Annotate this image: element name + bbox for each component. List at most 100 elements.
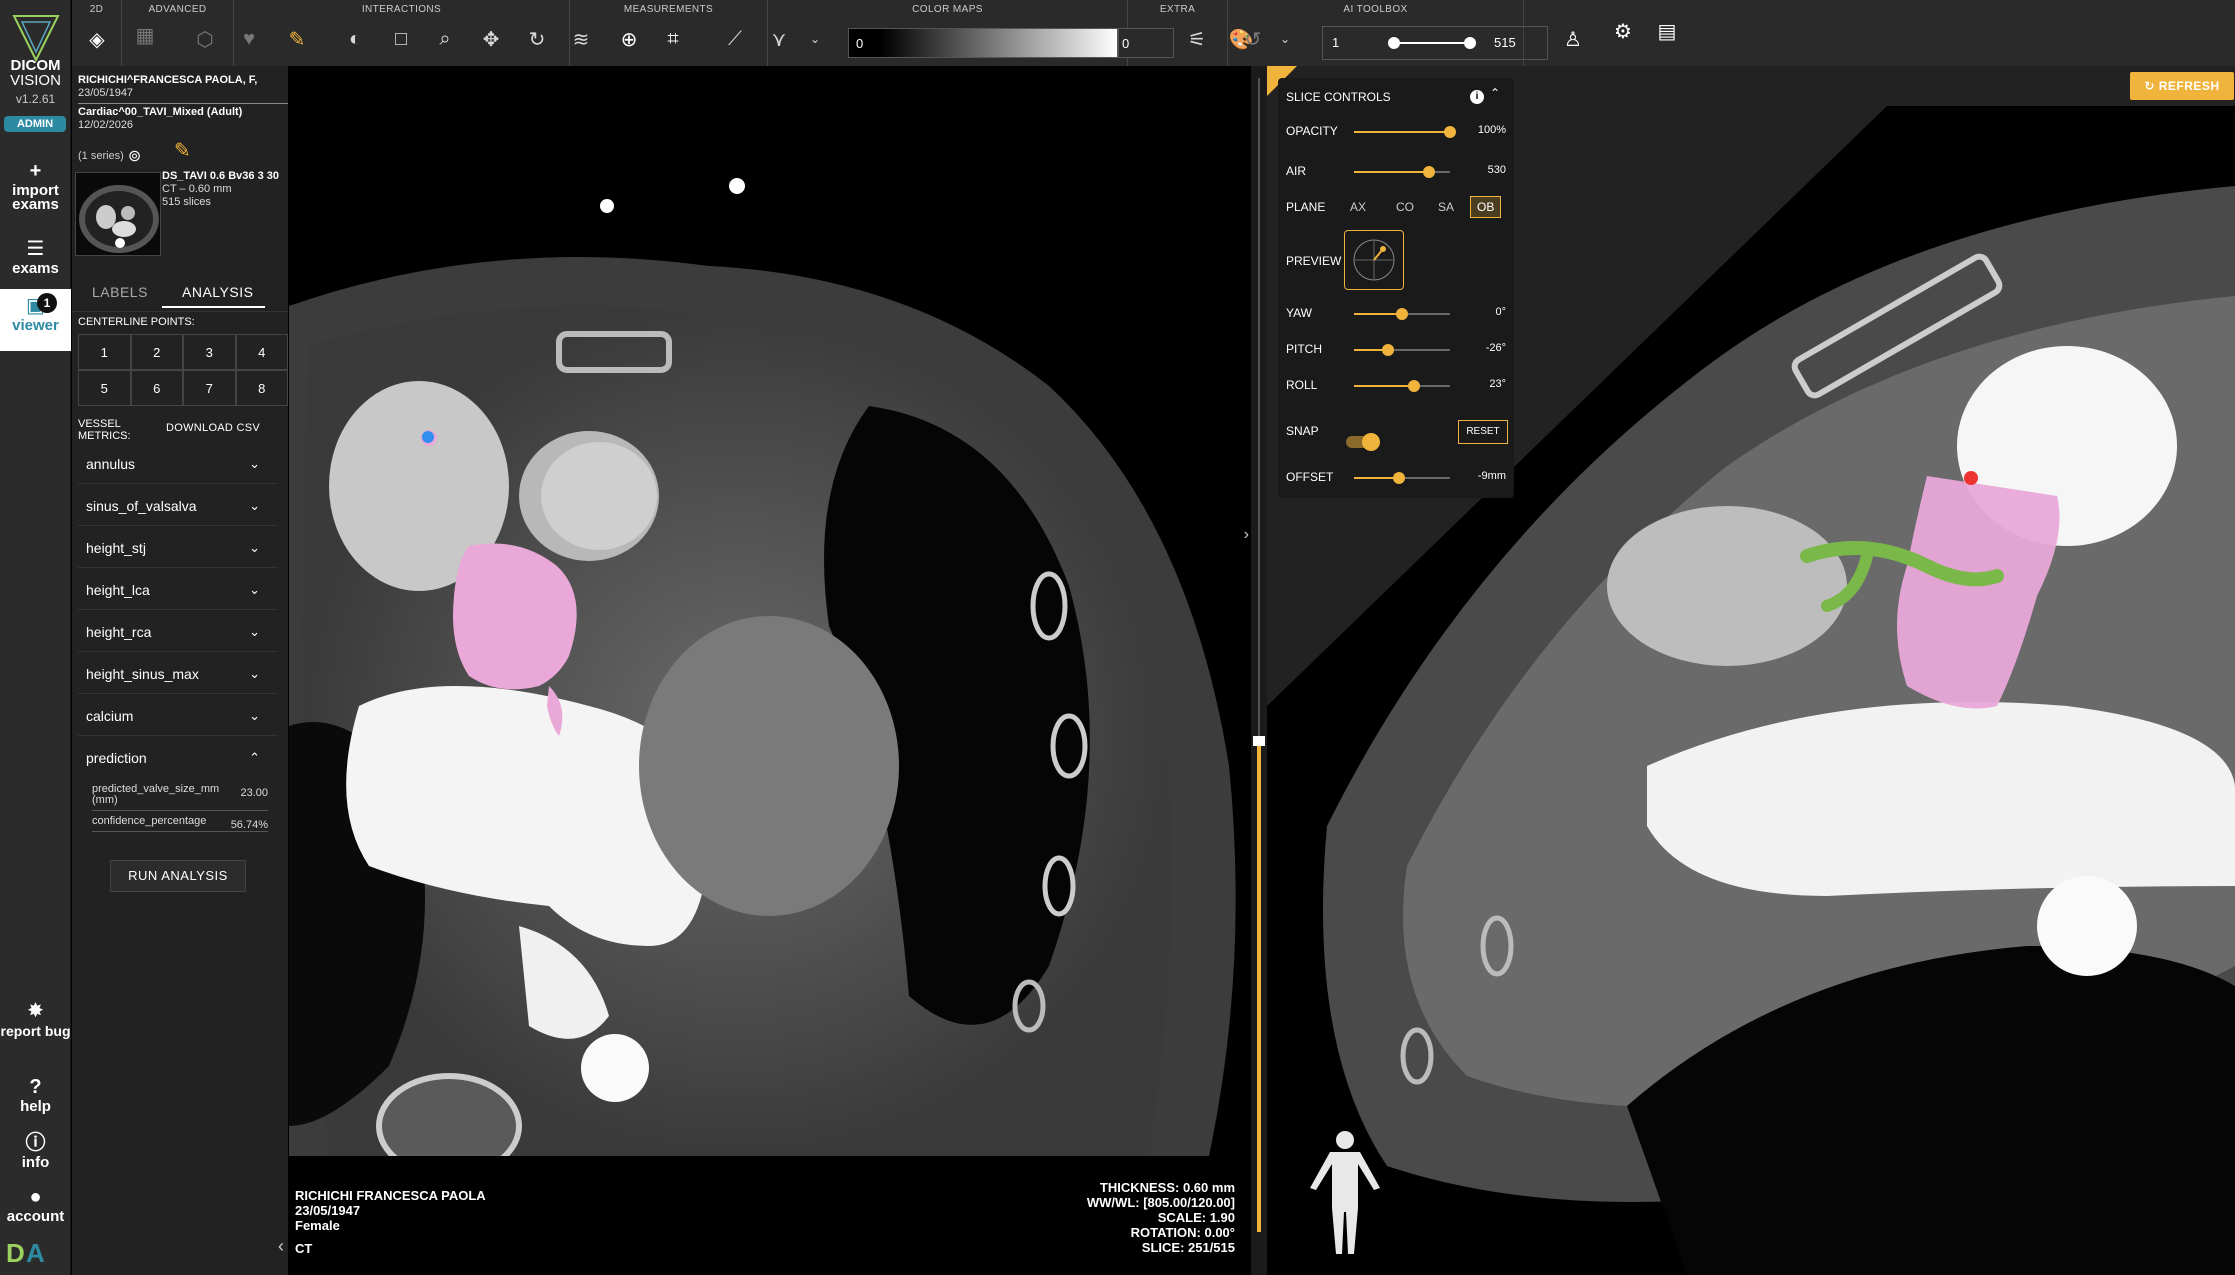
metric-annulus[interactable]: annulus ⌄	[78, 444, 278, 484]
viewport-slice-scrollbar[interactable]	[1251, 66, 1267, 1275]
rotate-icon[interactable]: ↻	[520, 22, 554, 56]
segmentation-brush-icon[interactable]: ✎	[280, 22, 314, 56]
range-slider-max-handle[interactable]	[1464, 37, 1476, 49]
opacity-slider[interactable]	[1354, 126, 1456, 138]
slider-knob[interactable]	[1407, 380, 1420, 392]
stack-icon[interactable]: ≋	[564, 22, 598, 56]
range-max: 515	[1494, 35, 1516, 50]
slider-knob[interactable]	[1444, 126, 1456, 138]
next-slice-arrow-icon[interactable]: ›	[1244, 526, 1249, 544]
plane-ob-button[interactable]: OB	[1470, 196, 1502, 218]
nav-viewer[interactable]: ▣ viewer 1	[0, 289, 71, 351]
ruler-icon[interactable]: ⟋	[718, 22, 752, 56]
centerline-point[interactable]: 6	[130, 370, 183, 406]
patient-dob: 23/05/1947	[78, 87, 134, 99]
contrast-icon[interactable]: ◐	[338, 22, 372, 56]
scrollbar-thumb[interactable]	[1253, 736, 1265, 746]
nav-report-bug[interactable]: ✸ report bug	[0, 1000, 71, 1038]
centerline-point[interactable]: 7	[183, 370, 236, 406]
chevron-down-icon[interactable]: ⌄	[798, 22, 832, 56]
refresh-button[interactable]: ↻ REFRESH	[2130, 72, 2234, 100]
yaw-slider[interactable]	[1354, 308, 1450, 320]
metric-calcium[interactable]: calcium ⌄	[78, 696, 278, 736]
series-info: DS_TAVI 0.6 Bv36 3 30 CT – 0.60 mm 515 s…	[162, 170, 279, 209]
extra-chevron-down-icon[interactable]: ⌄	[1268, 22, 1302, 56]
plane-sa-button[interactable]: SA	[1438, 200, 1454, 214]
download-csv-button[interactable]: DOWNLOAD CSV	[166, 422, 260, 434]
crosshair-icon[interactable]: ⊕	[612, 22, 646, 56]
body-icon[interactable]: ♙	[1556, 22, 1590, 56]
tab-analysis[interactable]: ANALYSIS	[182, 284, 253, 300]
centerline-marker[interactable]	[422, 431, 434, 443]
series-thumbnail[interactable]	[75, 172, 161, 256]
overlay-slice: SLICE: 251/515	[1141, 1240, 1235, 1255]
centerline-point[interactable]: 8	[235, 370, 288, 406]
colormap-gradient[interactable]	[848, 28, 1118, 58]
axial-ct-image[interactable]	[289, 66, 1251, 1156]
centerline-point[interactable]: 1	[78, 334, 131, 370]
pitch-slider[interactable]	[1354, 344, 1450, 356]
study-info[interactable]: Cardiac^00_TAVI_Mixed (Adult) 12/02/2026	[78, 106, 242, 132]
study-name: Cardiac^00_TAVI_Mixed (Adult)	[78, 106, 243, 118]
metric-label: prediction	[86, 750, 147, 766]
metric-prediction[interactable]: prediction ⌃	[78, 738, 278, 778]
centerline-point[interactable]: 5	[78, 370, 131, 406]
zoom-icon[interactable]: ⌕	[428, 22, 462, 56]
range-slider-track[interactable]	[1394, 42, 1470, 44]
pan-icon[interactable]: ✥	[474, 22, 508, 56]
slider-knob[interactable]	[1396, 308, 1408, 320]
metric-height-stj[interactable]: height_stj ⌄	[78, 528, 278, 568]
centerline-point[interactable]: 3	[183, 334, 236, 370]
tab-labels[interactable]: LABELS	[92, 284, 148, 300]
nav-import-exams[interactable]: + import exams	[0, 160, 71, 212]
nav-account[interactable]: ● account	[0, 1186, 71, 1224]
history-icon[interactable]: ↺	[1236, 22, 1270, 56]
nav-help[interactable]: ? help	[0, 1076, 71, 1114]
collapse-chevron-icon[interactable]: ⌃	[1490, 86, 1500, 100]
range-slider-min-handle[interactable]	[1388, 37, 1400, 49]
offset-slider[interactable]	[1354, 472, 1450, 484]
plane-co-button[interactable]: CO	[1396, 200, 1414, 214]
plane-ax-button[interactable]: AX	[1350, 200, 1366, 214]
metric-height-sinus-max[interactable]: height_sinus_max ⌄	[78, 654, 278, 694]
metric-sinus-of-valsalva[interactable]: sinus_of_valsalva ⌄	[78, 486, 278, 526]
nav-info[interactable]: ⓘ info	[0, 1132, 71, 1170]
air-slider[interactable]	[1354, 166, 1450, 178]
cube-icon[interactable]: ⬡	[188, 22, 222, 56]
layers-2d-icon[interactable]: ◈	[80, 22, 114, 56]
nav-exams[interactable]: ☰ exams	[0, 238, 71, 276]
centerline-point[interactable]: 2	[130, 334, 183, 370]
nav-exams-label: exams	[12, 260, 59, 277]
info-icon[interactable]: i	[1470, 90, 1484, 104]
slider-knob[interactable]	[1422, 166, 1435, 178]
sliders-icon[interactable]: ⚟	[1180, 22, 1214, 56]
toolbar: 2D ADVANCED INTERACTIONS MEASUREMENTS CO…	[72, 0, 2235, 66]
offset-value: -9mm	[1477, 470, 1506, 482]
user-icon: ●	[29, 1186, 42, 1208]
reset-button[interactable]: RESET	[1458, 420, 1508, 444]
axial-viewport[interactable]: ›	[289, 66, 1251, 1156]
angle-tool-icon[interactable]: ⋎	[762, 22, 796, 56]
heart-icon[interactable]: ♥	[232, 22, 266, 56]
square-select-icon[interactable]: □	[384, 22, 418, 56]
snap-toggle[interactable]	[1346, 433, 1380, 451]
metric-height-lca[interactable]: height_lca ⌄	[78, 570, 278, 610]
layout-grid-icon[interactable]: ▦	[128, 18, 162, 52]
settings-gear-icon[interactable]: ⚙	[1606, 14, 1640, 48]
link-icon[interactable]: ⊚	[128, 146, 141, 166]
roll-slider[interactable]	[1354, 380, 1450, 392]
slider-knob[interactable]	[1393, 472, 1406, 484]
slider-track-rest	[1402, 313, 1450, 315]
metric-height-rca[interactable]: height_rca ⌄	[78, 612, 278, 652]
table-layout-icon[interactable]: ▤	[1650, 14, 1684, 48]
edit-document-icon[interactable]: ✎	[174, 138, 191, 163]
overlay-scale: SCALE: 1.90	[1157, 1210, 1235, 1225]
slider-knob[interactable]	[1381, 344, 1394, 356]
collapse-panel-icon[interactable]: ‹	[278, 1236, 284, 1257]
crop-icon[interactable]: ⌗	[656, 22, 690, 56]
refresh-label: REFRESH	[2158, 79, 2220, 93]
air-label: AIR	[1286, 164, 1307, 178]
range-min: 1	[1332, 35, 1340, 50]
run-analysis-button[interactable]: RUN ANALYSIS	[110, 860, 246, 892]
centerline-point[interactable]: 4	[235, 334, 288, 370]
